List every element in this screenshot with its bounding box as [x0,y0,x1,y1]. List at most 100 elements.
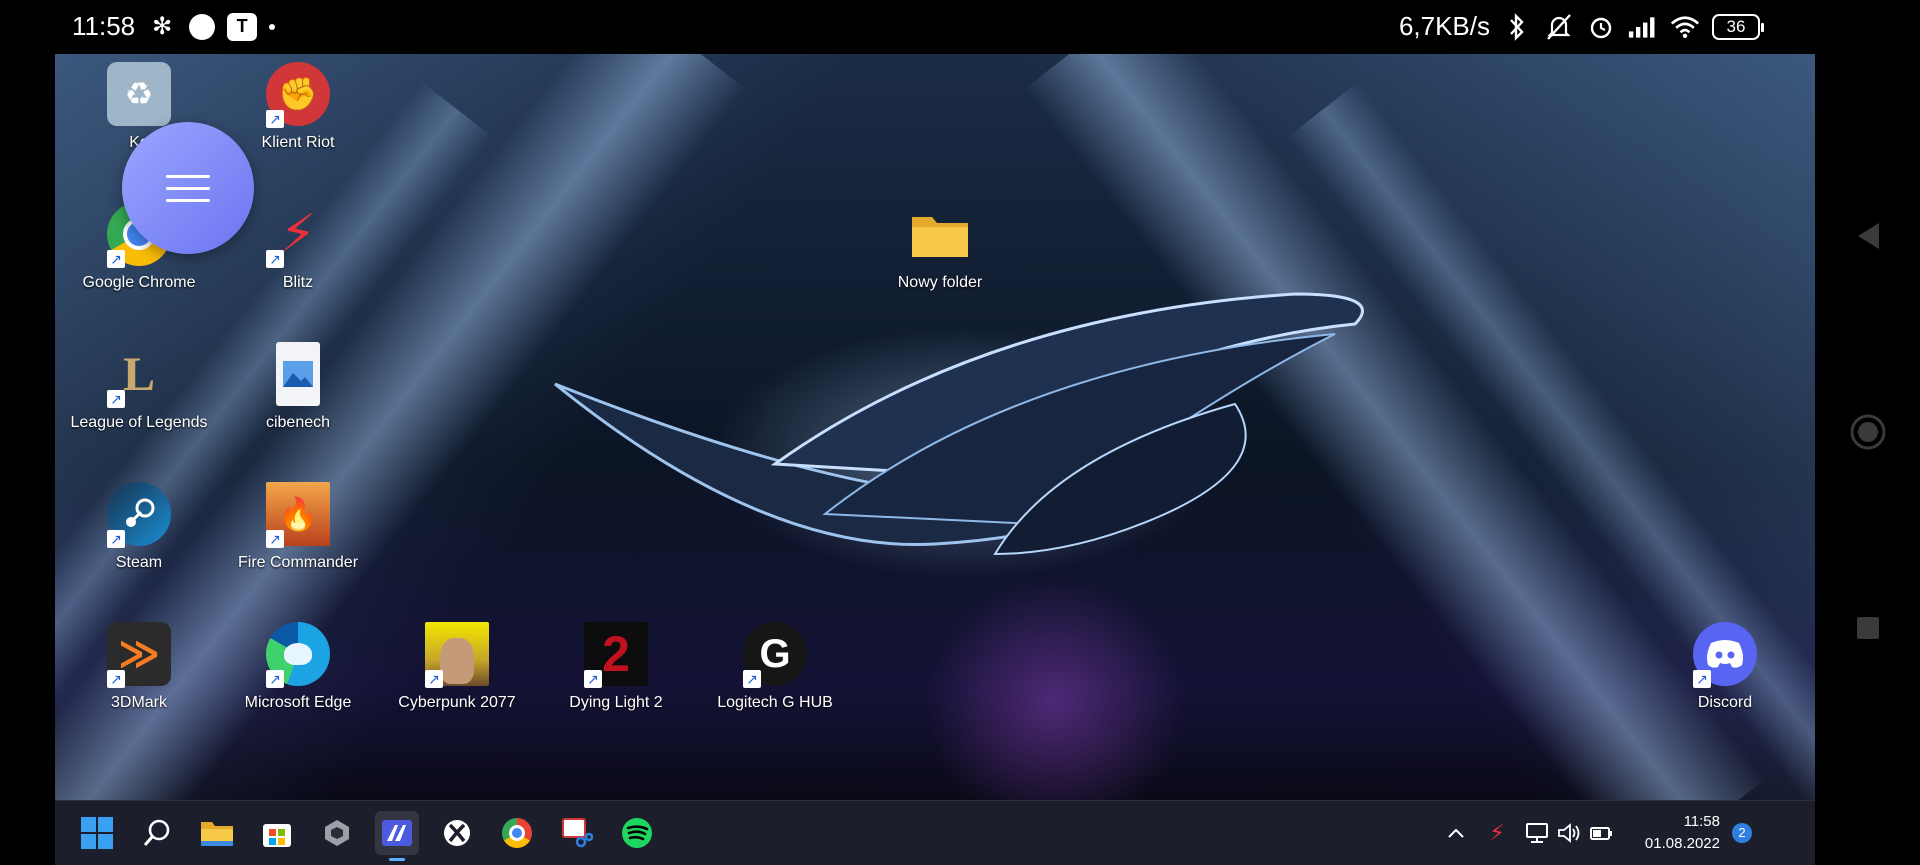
desktop-icon-label: Microsoft Edge [244,694,352,711]
desktop-icon-steam[interactable]: ↗ Steam [64,474,214,594]
bluetooth-icon [1502,12,1532,42]
taskbar-remote-app[interactable] [375,811,419,861]
network-speed: 6,7KB/s [1398,11,1490,41]
volume-icon [1558,823,1580,843]
chrome-icon [502,818,532,848]
windows-start-icon [81,817,113,849]
shortcut-arrow-icon: ↗ [107,250,125,268]
desktop-icon-label: Nowy folder [897,274,983,291]
desktop[interactable]: ♻ Ko ✊ ↗ Klient Riot ↗ Google Chrome ⚡ ↗… [55,54,1815,800]
desktop-icon-label: Logitech G HUB [717,694,833,711]
taskbar-spotify[interactable] [615,811,659,855]
signal-icon [1628,12,1658,42]
image-file-icon [276,342,320,406]
desktop-icon-label: Blitz [282,274,314,291]
shortcut-arrow-icon: ↗ [107,390,125,408]
store-icon [263,824,291,847]
hamburger-menu-icon [166,174,210,178]
desktop-icon-label: League of Legends [70,414,208,431]
desktop-icon-nowy-folder[interactable]: Nowy folder [865,194,1015,314]
slack-icon: ✻ [152,13,173,40]
clock-date: 01.08.2022 [1644,835,1720,852]
recents-square-icon [1857,617,1879,639]
alarm-icon [1586,12,1616,42]
taskbar-xbox[interactable] [435,811,479,855]
search-icon [143,819,170,846]
desktop-icon-label: 3DMark [110,694,167,711]
battery-charging-icon [1590,827,1612,840]
desktop-icon-label: Klient Riot [261,134,335,151]
recycle-bin-icon: ♻ [107,62,171,126]
battery-icon: 36 [1712,13,1764,40]
desktop-icon-label: Steam [115,554,163,571]
desktop-icon-dying-light-2[interactable]: 2 ↗ Dying Light 2 [541,614,691,734]
desktop-icon-cibenech[interactable]: cibenech [223,334,373,454]
nav-back-button[interactable] [1846,214,1890,258]
desktop-icon-label: Cyberpunk 2077 [398,694,516,711]
teams-icon: T [227,12,258,41]
shortcut-arrow-icon: ↗ [266,250,284,268]
status-time: 11:58 [72,11,136,41]
taskbar-snipping-tool[interactable] [555,811,599,855]
volume-tray-button[interactable] [1555,819,1583,847]
folder-icon [201,822,233,846]
floating-menu-button[interactable] [122,122,254,254]
shortcut-arrow-icon: ↗ [107,530,125,548]
app-notification-icon [189,13,216,40]
armoury-crate-icon [325,820,349,846]
remote-desktop-icon [382,820,412,846]
back-triangle-icon [1858,223,1879,249]
desktop-icon-discord[interactable]: ↗ Discord [1650,614,1800,734]
taskbar-chrome[interactable] [495,811,539,855]
desktop-icon-label: Fire Commander [237,554,359,571]
battery-tray-button[interactable] [1587,819,1615,847]
folder-icon [908,202,972,266]
nav-home-button[interactable] [1846,410,1890,454]
shortcut-arrow-icon: ↗ [266,110,284,128]
spotify-icon [622,818,652,848]
taskbar-file-explorer[interactable] [195,811,239,855]
more-notifications-icon [269,23,276,30]
desktop-icon-cyberpunk-2077[interactable]: ↗ Cyberpunk 2077 [382,614,532,734]
android-status-bar: 11:58 ✻ T 6,7KB/s 36 [0,0,1816,54]
status-left: 11:58 ✻ T [72,11,276,42]
shortcut-arrow-icon: ↗ [107,670,125,688]
hamburger-menu-icon [166,186,210,190]
clock-time: 11:58 [1683,813,1720,830]
windows-taskbar: ⚡ 11:58 01.08.2022 2 [55,800,1815,865]
xbox-icon [444,820,470,846]
desktop-icon-label: cibenech [265,414,331,431]
desktop-icon-3dmark[interactable]: ≫ ↗ 3DMark [64,614,214,734]
shortcut-arrow-icon: ↗ [266,670,284,688]
desktop-icon-logitech-g-hub[interactable]: G ↗ Logitech G HUB [700,614,850,734]
taskbar-microsoft-store[interactable] [255,811,299,855]
android-nav-bar [1816,0,1920,864]
desktop-icon-league-of-legends[interactable]: L ↗ League of Legends [64,334,214,454]
taskbar-start-button[interactable] [75,811,119,855]
chevron-up-icon [1448,828,1464,838]
desktop-icon-label: Discord [1697,694,1753,711]
snipping-tool-icon [562,818,593,848]
taskbar-search-button[interactable] [135,811,179,855]
desktop-icon-microsoft-edge[interactable]: ↗ Microsoft Edge [223,614,373,734]
tray-overflow-button[interactable] [1442,819,1470,847]
status-right: 6,7KB/s 36 [1398,11,1764,42]
network-icon [1526,823,1548,843]
shortcut-arrow-icon: ↗ [1693,670,1711,688]
wifi-icon [1670,12,1700,42]
desktop-icon-fire-commander[interactable]: 🔥 ↗ Fire Commander [223,474,373,594]
shortcut-arrow-icon: ↗ [584,670,602,688]
taskbar-armoury-crate[interactable] [315,811,359,855]
home-circle-icon [1850,414,1886,450]
desktop-icon-label: Google Chrome [82,274,196,291]
network-tray-button[interactable] [1523,819,1551,847]
shortcut-arrow-icon: ↗ [743,670,761,688]
blitz-tray-icon[interactable]: ⚡ [1483,819,1511,847]
hamburger-menu-icon [166,198,210,202]
shortcut-arrow-icon: ↗ [425,670,443,688]
notification-badge[interactable]: 2 [1732,823,1752,843]
desktop-icon-label: Dying Light 2 [569,694,663,711]
mute-bell-icon [1544,12,1574,42]
taskbar-clock[interactable]: 11:58 01.08.2022 [1620,811,1720,855]
nav-recents-button[interactable] [1846,606,1890,650]
